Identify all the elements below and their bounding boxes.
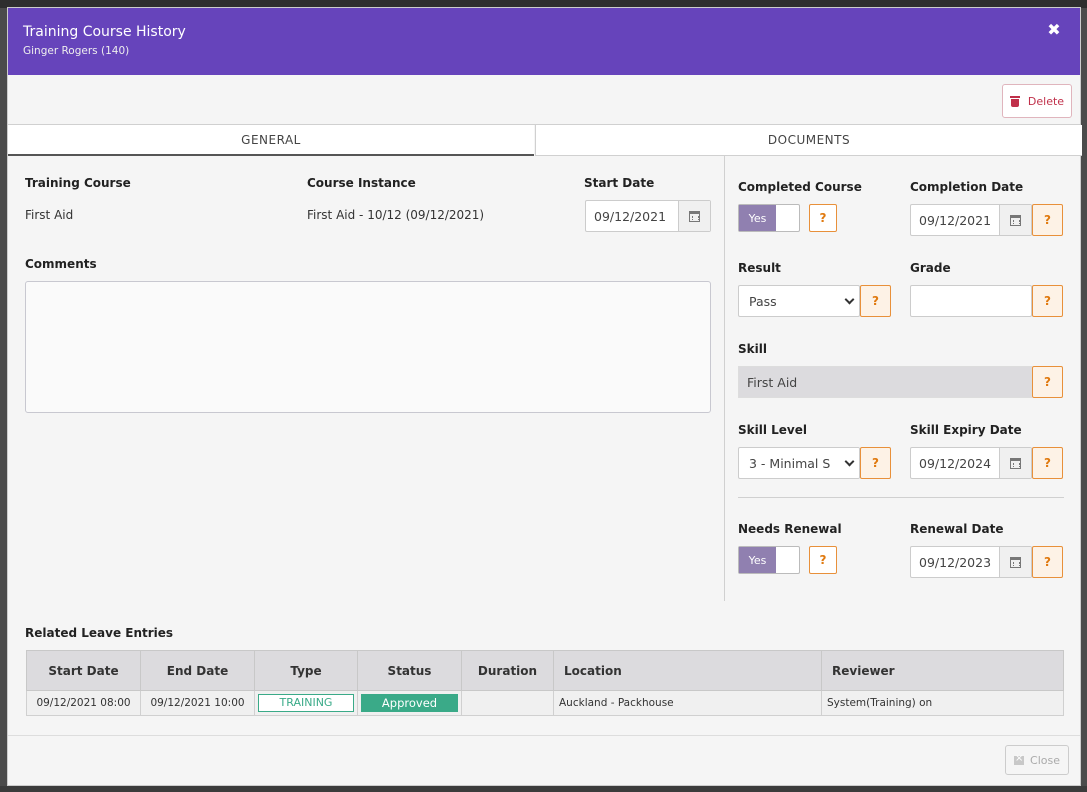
column-header-type[interactable]: Type bbox=[254, 650, 358, 691]
related-leave-table: Start Date End Date Type Status Duration… bbox=[26, 650, 1064, 716]
completion-date-field[interactable]: 09/12/2021 bbox=[910, 204, 1032, 236]
cell-status: Approved bbox=[357, 690, 462, 716]
panel-divider bbox=[724, 156, 725, 601]
comments-label: Comments bbox=[25, 257, 97, 271]
calendar-icon bbox=[1010, 214, 1021, 226]
completed-course-toggle[interactable]: Yes bbox=[738, 204, 800, 232]
skill-expiry-value: 09/12/2024 bbox=[919, 455, 992, 471]
tab-general[interactable]: GENERAL bbox=[8, 125, 534, 156]
skill-level-select[interactable]: 3 - Minimal S bbox=[738, 447, 860, 479]
needs-renewal-toggle[interactable]: Yes bbox=[738, 546, 800, 574]
calendar-icon bbox=[1010, 457, 1021, 469]
course-instance-value: First Aid - 10/12 (09/12/2021) bbox=[307, 208, 485, 222]
completed-course-help-button[interactable]: ? bbox=[809, 204, 837, 232]
column-header-end-date[interactable]: End Date bbox=[140, 650, 255, 691]
delete-button[interactable]: Delete bbox=[1002, 84, 1072, 118]
grade-input[interactable] bbox=[910, 285, 1032, 317]
close-icon[interactable]: ✖ bbox=[1046, 22, 1062, 38]
course-instance-label: Course Instance bbox=[307, 176, 416, 190]
result-label: Result bbox=[738, 261, 781, 275]
needs-renewal-help-button[interactable]: ? bbox=[809, 546, 837, 574]
result-select[interactable]: Pass bbox=[738, 285, 860, 317]
result-selected-value: Pass bbox=[749, 293, 777, 309]
renewal-date-value: 09/12/2023 bbox=[919, 554, 992, 570]
start-date-value: 09/12/2021 bbox=[594, 208, 667, 224]
status-badge: Approved bbox=[361, 694, 458, 712]
column-header-location[interactable]: Location bbox=[553, 650, 822, 691]
training-course-value: First Aid bbox=[25, 208, 74, 222]
skill-label: Skill bbox=[738, 342, 767, 356]
grade-label: Grade bbox=[910, 261, 951, 275]
close-button-label: Close bbox=[1030, 753, 1060, 767]
trash-icon bbox=[1009, 95, 1020, 107]
section-divider bbox=[738, 497, 1064, 498]
cell-type: TRAINING bbox=[254, 690, 358, 716]
background-app-bottom bbox=[0, 786, 1087, 792]
start-date-label: Start Date bbox=[584, 176, 655, 190]
tab-documents[interactable]: DOCUMENTS bbox=[535, 125, 1082, 156]
table-row[interactable]: 09/12/2021 08:00 09/12/2021 10:00 TRAINI… bbox=[26, 690, 1064, 716]
skill-level-selected-value: 3 - Minimal S bbox=[749, 455, 831, 471]
skill-level-label: Skill Level bbox=[738, 423, 807, 437]
skill-expiry-label: Skill Expiry Date bbox=[910, 423, 1022, 437]
delete-button-label: Delete bbox=[1027, 94, 1065, 108]
tab-bar: GENERAL DOCUMENTS bbox=[8, 124, 1082, 156]
close-icon bbox=[1014, 753, 1025, 765]
close-button[interactable]: Close bbox=[1005, 745, 1069, 775]
skill-level-help-button[interactable]: ? bbox=[860, 447, 891, 479]
cell-end-date: 09/12/2021 10:00 bbox=[140, 690, 255, 716]
renewal-date-label: Renewal Date bbox=[910, 522, 1004, 536]
cell-start-date: 09/12/2021 08:00 bbox=[26, 690, 141, 716]
skill-expiry-help-button[interactable]: ? bbox=[1032, 447, 1063, 479]
column-header-duration[interactable]: Duration bbox=[461, 650, 554, 691]
modal-title: Training Course History bbox=[23, 24, 186, 40]
renewal-date-calendar-button[interactable] bbox=[999, 547, 1031, 577]
completion-date-value: 09/12/2021 bbox=[919, 212, 992, 228]
skill-help-button[interactable]: ? bbox=[1032, 366, 1063, 398]
renewal-date-field[interactable]: 09/12/2023 bbox=[910, 546, 1032, 578]
column-header-status[interactable]: Status bbox=[357, 650, 462, 691]
modal-header: Training Course History Ginger Rogers (1… bbox=[8, 8, 1080, 75]
completion-date-calendar-button[interactable] bbox=[999, 205, 1031, 235]
start-date-calendar-button[interactable] bbox=[678, 201, 710, 231]
result-help-button[interactable]: ? bbox=[860, 285, 891, 317]
cell-duration bbox=[461, 690, 554, 716]
related-leave-entries-label: Related Leave Entries bbox=[25, 626, 174, 640]
type-badge: TRAINING bbox=[258, 694, 354, 712]
renewal-date-help-button[interactable]: ? bbox=[1032, 546, 1063, 578]
column-header-start-date[interactable]: Start Date bbox=[26, 650, 141, 691]
completed-course-toggle-yes: Yes bbox=[739, 205, 776, 231]
modal-subtitle: Ginger Rogers (140) bbox=[23, 45, 130, 57]
calendar-icon bbox=[689, 210, 700, 222]
column-header-reviewer[interactable]: Reviewer bbox=[821, 650, 1064, 691]
needs-renewal-label: Needs Renewal bbox=[738, 522, 842, 536]
skill-value: First Aid bbox=[738, 366, 1032, 398]
completion-date-help-button[interactable]: ? bbox=[1032, 204, 1063, 236]
cell-reviewer: System(Training) on bbox=[821, 690, 1064, 716]
completion-date-label: Completion Date bbox=[910, 180, 1024, 194]
comments-textarea[interactable] bbox=[25, 281, 711, 413]
training-course-label: Training Course bbox=[25, 176, 131, 190]
grade-help-button[interactable]: ? bbox=[1032, 285, 1063, 317]
calendar-icon bbox=[1010, 556, 1021, 568]
footer-divider bbox=[8, 735, 1080, 736]
chevron-down-icon bbox=[844, 294, 855, 305]
training-course-history-modal: Training Course History Ginger Rogers (1… bbox=[7, 7, 1082, 786]
cell-location: Auckland - Packhouse bbox=[553, 690, 822, 716]
table-header-row: Start Date End Date Type Status Duration… bbox=[26, 650, 1064, 691]
start-date-field[interactable]: 09/12/2021 bbox=[585, 200, 711, 232]
completed-course-label: Completed Course bbox=[738, 180, 862, 194]
skill-expiry-calendar-button[interactable] bbox=[999, 448, 1031, 478]
skill-expiry-field[interactable]: 09/12/2024 bbox=[910, 447, 1032, 479]
needs-renewal-toggle-yes: Yes bbox=[739, 547, 776, 573]
